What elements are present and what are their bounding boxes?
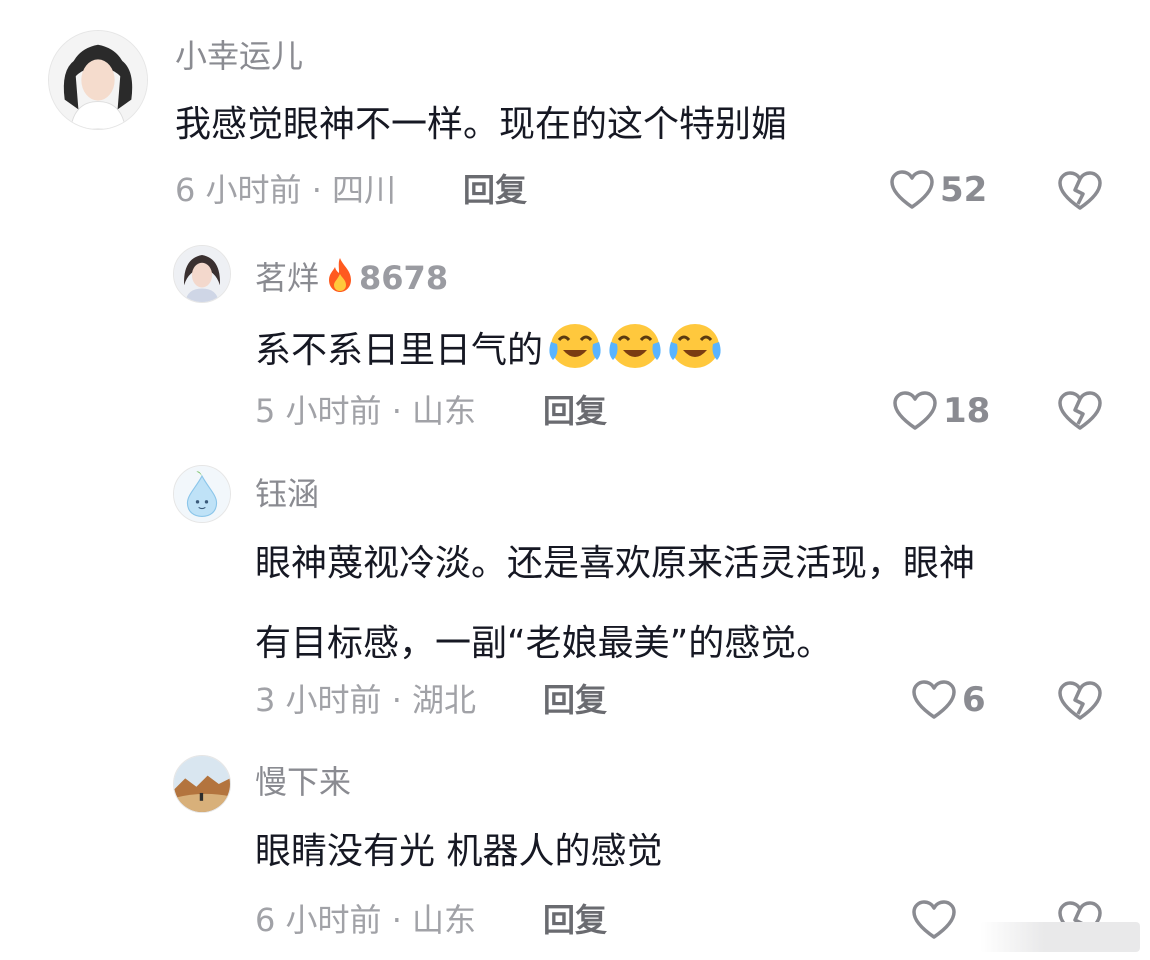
water-drop-character-icon — [174, 466, 230, 522]
timestamp-location: 5 小时前 · 山东 — [255, 392, 477, 430]
like-count: 52 — [940, 170, 988, 210]
like-count: 6 — [962, 680, 986, 720]
heart-icon — [912, 900, 956, 939]
reply-button[interactable]: 回复 — [463, 174, 527, 206]
watermark-overlay — [980, 922, 1140, 952]
fire-score: 8678 — [359, 258, 449, 297]
comment-text-body: 系不系日里日气的 — [255, 330, 544, 371]
heart-icon — [893, 391, 937, 430]
like-button[interactable] — [912, 900, 962, 940]
username[interactable]: 钰涵 — [255, 478, 319, 510]
like-button[interactable]: 18 — [893, 391, 990, 431]
comment-text: 系不系日里日气的 — [255, 320, 723, 372]
fire-icon — [325, 256, 355, 299]
comment-text-line: 眼神蔑视冷淡。还是喜欢原来活灵活现，眼神 — [255, 543, 976, 584]
heart-icon — [912, 680, 956, 719]
landscape-photo-icon — [174, 756, 230, 812]
timestamp-location: 6 小时前 · 山东 — [255, 901, 477, 939]
username[interactable]: 小幸运儿 — [175, 40, 303, 72]
like-button[interactable]: 52 — [890, 170, 987, 210]
reply-button[interactable]: 回复 — [543, 684, 607, 716]
username[interactable]: 慢下来 — [255, 766, 351, 798]
comment-text: 眼睛没有光 机器人的感觉 — [255, 831, 663, 872]
woman-portrait-icon — [174, 246, 230, 302]
username-label: 茗烊 — [255, 258, 320, 297]
crying-laughing-emoji-icon — [607, 320, 663, 370]
timestamp-location: 3 小时前 · 湖北 — [255, 681, 477, 719]
like-button[interactable]: 6 — [912, 680, 986, 720]
broken-heart-icon[interactable] — [1058, 170, 1102, 212]
username-label: 慢下来 — [255, 763, 352, 801]
comment-text: 我感觉眼神不一样。现在的这个特别媚 — [175, 104, 788, 145]
avatar[interactable] — [173, 755, 231, 813]
username-label: 钰涵 — [255, 475, 320, 513]
broken-heart-icon[interactable] — [1058, 390, 1102, 432]
crying-laughing-emoji-icon — [667, 320, 723, 370]
avatar[interactable] — [173, 245, 231, 303]
username[interactable]: 茗烊 8678 — [255, 256, 448, 299]
heart-icon — [890, 170, 934, 209]
timestamp-location: 6 小时前 · 四川 — [175, 171, 397, 209]
username-label: 小幸运儿 — [175, 37, 304, 75]
reply-button[interactable]: 回复 — [543, 904, 607, 936]
comment-text-line: 有目标感，一副“老娘最美”的感觉。 — [255, 623, 833, 664]
avatar[interactable] — [48, 30, 148, 130]
woman-portrait-icon — [49, 31, 147, 129]
reply-button[interactable]: 回复 — [543, 395, 607, 427]
avatar[interactable] — [173, 465, 231, 523]
comment-text: 眼神蔑视冷淡。还是喜欢原来活灵活现，眼神 有目标感，一副“老娘最美”的感觉。 — [255, 524, 1105, 684]
crying-laughing-emoji-icon — [547, 320, 603, 370]
broken-heart-icon[interactable] — [1058, 680, 1102, 722]
like-count: 18 — [943, 391, 991, 431]
